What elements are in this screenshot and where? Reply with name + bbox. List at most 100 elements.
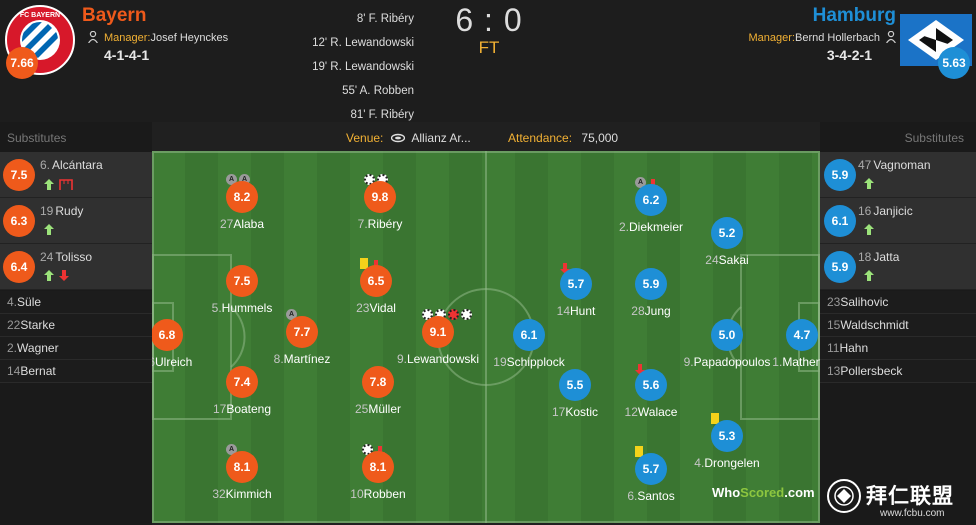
player-rating: 5.9 xyxy=(824,251,856,283)
player-rating: 5.7 xyxy=(560,268,592,300)
substitute-row[interactable]: 7.5 6. Alcántara xyxy=(0,152,152,198)
player-number: 4. xyxy=(694,456,705,470)
unused-substitute[interactable]: 4.Süle xyxy=(0,291,152,314)
venue-label: Venue: xyxy=(346,131,384,145)
away-manager-name[interactable]: Bernd Hollerbach xyxy=(795,32,880,44)
goal-event: 8' F. Ribéry xyxy=(356,13,414,25)
up-arrow-icon xyxy=(864,270,874,284)
fcbu-logo xyxy=(827,479,861,513)
player-name: Robben xyxy=(363,487,406,501)
player-rating: 7.4 xyxy=(226,366,258,398)
substitute-row[interactable]: 5.9 47 Vagnoman xyxy=(820,152,976,198)
player-number: 22 xyxy=(7,318,21,332)
up-arrow-icon xyxy=(44,179,54,193)
player-name-text: Süle xyxy=(17,295,42,309)
stadium-icon xyxy=(390,133,405,143)
substitute-row[interactable]: 5.9 18 Jatta xyxy=(820,244,976,290)
player-name: Sakai xyxy=(718,253,749,267)
substitution-icons xyxy=(44,178,78,193)
player-name[interactable]: 18 Jatta xyxy=(858,250,899,264)
fcbu-url: www.fcbu.com xyxy=(880,508,945,519)
unused-substitute[interactable]: 2.Wagner xyxy=(0,337,152,360)
player-name[interactable]: 6. Alcántara xyxy=(40,158,103,172)
player-number: 19 xyxy=(493,355,507,369)
home-substitutes-panel: Substitutes 7.5 6. Alcántara 6.3 19 Rudy 6.4 24… xyxy=(0,122,152,525)
player-name[interactable]: 19 Rudy xyxy=(40,204,83,218)
goal-ball-icon xyxy=(461,309,472,320)
unused-substitute[interactable]: 14Bernat xyxy=(0,360,152,383)
player-label: 5.Hummels xyxy=(182,301,302,315)
manager-icon xyxy=(88,31,98,43)
player-rating: 5.7 xyxy=(635,453,667,485)
player-rating: 9.1 xyxy=(422,316,454,348)
player-number: 25 xyxy=(354,402,369,416)
unused-substitute[interactable]: 15Waldschmidt xyxy=(820,314,976,337)
player-label: 32Kimmich xyxy=(182,487,302,501)
home-manager-name[interactable]: Josef Heynckes xyxy=(150,32,228,44)
goal-event: 55' A. Robben xyxy=(342,85,414,97)
player-name: Ulreich xyxy=(155,355,193,369)
player-number: 10 xyxy=(350,487,364,501)
home-team-rating: 7.66 xyxy=(6,47,38,79)
player-number: 23 xyxy=(827,295,841,309)
home-formation: 4-1-4-1 xyxy=(104,47,150,63)
player-number: 27 xyxy=(219,217,234,231)
player-name-text: Vagnoman xyxy=(873,158,931,172)
player-rating: 8.1 xyxy=(362,451,394,483)
player-rating: 5.9 xyxy=(824,159,856,191)
player-name: Martínez xyxy=(283,352,331,366)
wm-brand-a: Who xyxy=(712,485,741,500)
wm-brand-c: .com xyxy=(784,485,815,500)
player-name: Boateng xyxy=(226,402,272,416)
player-name[interactable]: 24 Tolisso xyxy=(40,250,92,264)
substitute-row[interactable]: 6.3 19 Rudy xyxy=(0,198,152,244)
player-number: 47 xyxy=(858,158,872,172)
away-team-rating: 5.63 xyxy=(938,47,970,79)
away-team-name[interactable]: Hamburg xyxy=(808,5,896,27)
pitch: 6.826UlreichAA8.227Alaba7.55.Hummels7.41… xyxy=(152,151,820,523)
player-rating: 7.7 xyxy=(286,316,318,348)
player-label: 19Schipplock xyxy=(469,355,589,369)
fcbu-watermark-text: 拜仁联盟 xyxy=(866,485,954,508)
player-number: 16 xyxy=(858,204,872,218)
away-substitutes-panel: Substitutes 5.9 47 Vagnoman 6.1 16 Janjicic 5.… xyxy=(820,122,976,525)
goal-event: 19' R. Lewandowski xyxy=(312,61,414,73)
player-name: Hummels xyxy=(221,301,273,315)
substitute-row[interactable]: 6.4 24 Tolisso xyxy=(0,244,152,290)
substitution-icons xyxy=(864,178,879,192)
player-label: 9.Papadopoulos xyxy=(667,355,787,369)
player-number: 5. xyxy=(211,301,222,315)
player-rating: 7.8 xyxy=(362,366,394,398)
attendance: Attendance: 75,000 xyxy=(508,125,618,151)
match-view: FC BAYERN 7.66 Bayern Manager:Josef Heyn… xyxy=(0,0,976,525)
venue-bar: Venue: Allianz Ar... Attendance: 75,000 xyxy=(152,125,820,151)
substitution-icons xyxy=(44,224,59,238)
goal-post-icon xyxy=(59,179,73,193)
substitutes-title: Substitutes xyxy=(7,131,67,145)
player-rating: 6.3 xyxy=(3,205,35,237)
player-number: 6. xyxy=(40,158,51,172)
player-label: 27Alaba xyxy=(182,217,302,231)
player-number: 4. xyxy=(7,295,18,309)
svg-text:FC BAYERN: FC BAYERN xyxy=(20,12,60,19)
player-name[interactable]: 47 Vagnoman xyxy=(858,158,931,172)
player-label: 6.Santos xyxy=(591,489,711,503)
player-label: 28Jung xyxy=(591,304,711,318)
player-rating: 5.9 xyxy=(635,268,667,300)
player-name-text: Alcántara xyxy=(52,158,103,172)
home-team-name[interactable]: Bayern xyxy=(82,5,146,27)
unused-substitute[interactable]: 23Salihovic xyxy=(820,291,976,314)
player-name: Kimmich xyxy=(225,487,272,501)
unused-substitute[interactable]: 22Starke xyxy=(0,314,152,337)
player-name: Schipplock xyxy=(506,355,565,369)
unused-substitute[interactable]: 13Pollersbeck xyxy=(820,360,976,383)
player-name: Papadopoulos xyxy=(693,355,771,369)
player-number: 9. xyxy=(683,355,694,369)
substitute-row[interactable]: 6.1 16 Janjicic xyxy=(820,198,976,244)
player-rating: 6.5 xyxy=(360,265,392,297)
unused-substitute[interactable]: 11Hahn xyxy=(820,337,976,360)
player-number: 17 xyxy=(212,402,227,416)
player-name-text: Bernat xyxy=(20,364,56,378)
player-rating: 5.6 xyxy=(635,369,667,401)
player-name[interactable]: 16 Janjicic xyxy=(858,204,913,218)
